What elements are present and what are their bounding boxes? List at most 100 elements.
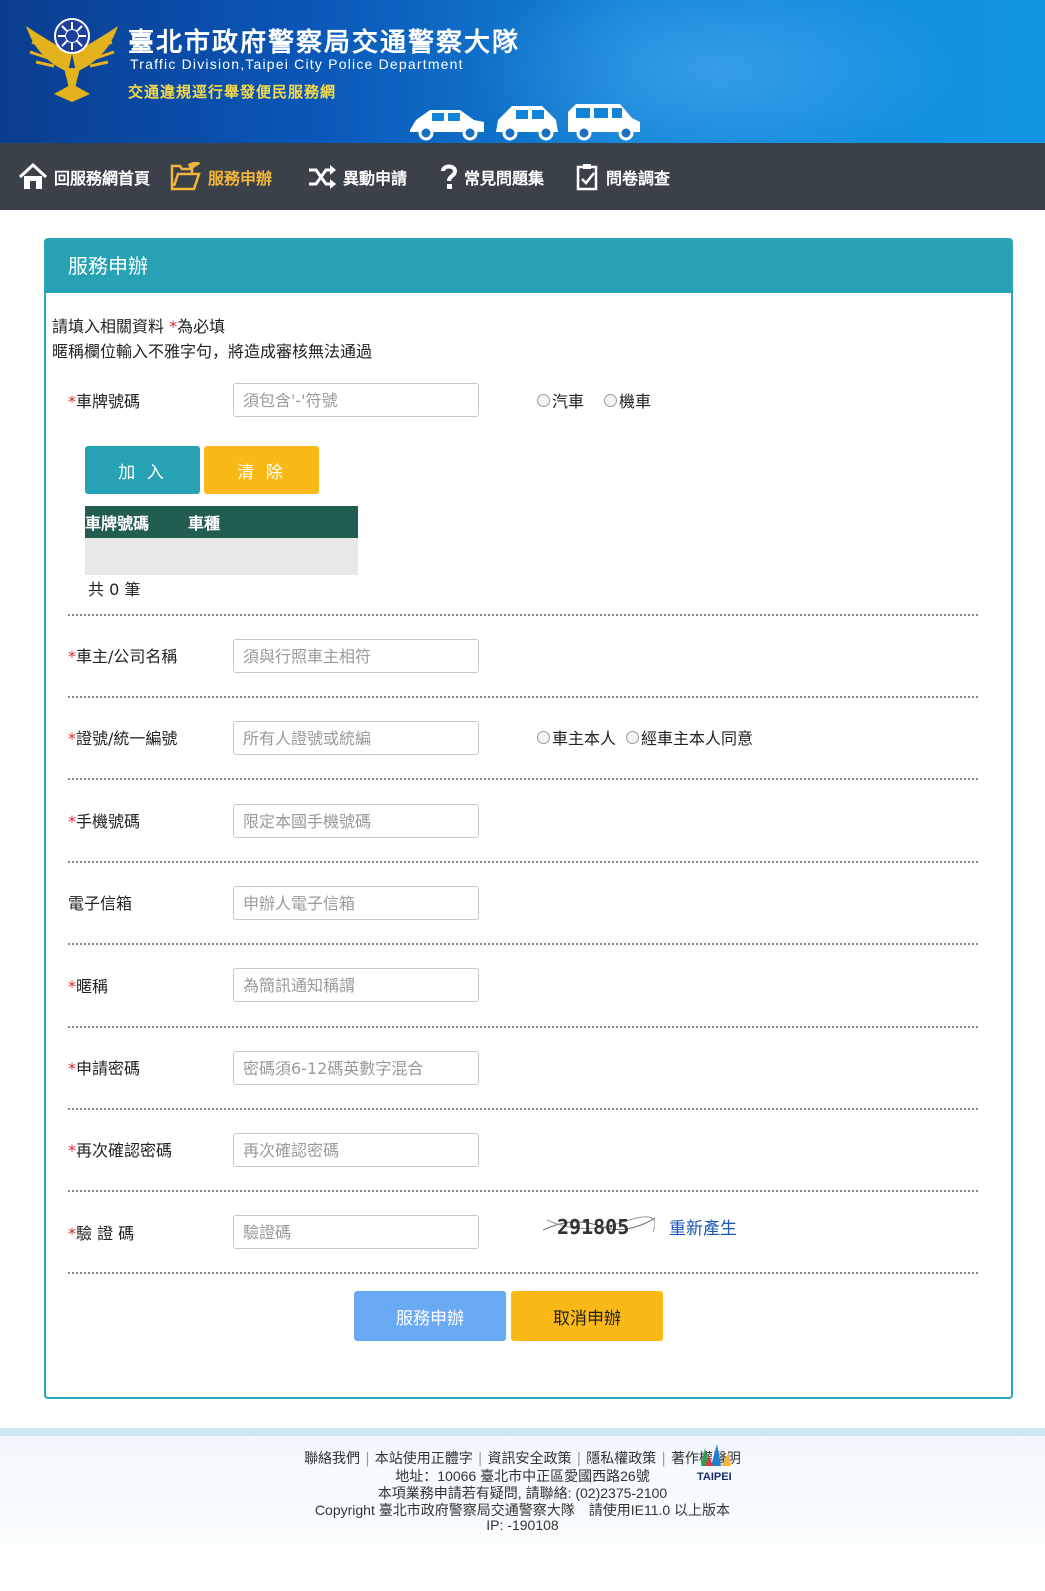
captcha-input[interactable]: [233, 1215, 479, 1249]
plate-label-text: 車牌號碼: [76, 392, 141, 411]
plate-table-body: [85, 538, 358, 575]
divider: [68, 1026, 978, 1028]
regenerate-captcha-link[interactable]: 重新產生: [669, 1214, 737, 1239]
plate-label: *車牌號碼: [68, 388, 140, 412]
nickname-label-text: 暱稱: [76, 977, 109, 996]
nickname-input[interactable]: [233, 968, 479, 1002]
nav-change-request-label: 異動申請: [343, 168, 408, 188]
header-banner: 臺北市政府警察局交通警察大隊 Traffic Division,Taipei C…: [0, 0, 1045, 143]
id-number-input[interactable]: [233, 721, 479, 755]
captcha-required-mark: *: [68, 1224, 76, 1243]
email-label: 電子信箱: [68, 894, 133, 913]
radio-owner-consent[interactable]: 經車主本人同意: [626, 725, 753, 749]
password-required-mark: *: [68, 1059, 76, 1078]
nav-faq-label: 常見問題集: [464, 168, 545, 188]
site-title-english: Traffic Division,Taipei City Police Depa…: [130, 56, 464, 72]
nickname-required-mark: *: [68, 977, 76, 996]
nav-service-apply-label: 服務申辦: [208, 168, 273, 188]
radio-owner-self-label: 車主本人: [552, 729, 617, 748]
plate-table-col-plate: 車牌號碼: [85, 514, 150, 533]
question-icon: [441, 164, 458, 189]
owner-label: *車主/公司名稱: [68, 643, 177, 667]
add-plate-button[interactable]: 加 入: [85, 446, 200, 494]
mobile-input[interactable]: [233, 804, 479, 838]
radio-car-label: 汽車: [552, 392, 585, 411]
clear-plate-button[interactable]: 清 除: [204, 446, 319, 494]
captcha-label-text: 驗 證 碼: [76, 1224, 135, 1243]
id-number-label-text: 證號/統一編號: [76, 729, 178, 748]
owner-name-input[interactable]: [233, 639, 479, 673]
radio-motorcycle-label: 機車: [619, 392, 652, 411]
radio-motorcycle-circle[interactable]: [604, 393, 618, 407]
folder-pen-icon: [170, 161, 201, 190]
nav-change-request[interactable]: 異動申請: [307, 143, 407, 210]
plate-count: 共 0 筆: [88, 580, 141, 599]
divider: [68, 1190, 978, 1192]
footer: 聯絡我們|本站使用正體字|資訊安全政策|隱私權政策|著作權聲明 TAIPEI 地…: [0, 1428, 1045, 1591]
submit-button[interactable]: 服務申辦: [354, 1291, 506, 1341]
clipboard-icon: [576, 163, 598, 190]
divider: [68, 696, 978, 698]
radio-owner-consent-circle[interactable]: [626, 730, 640, 744]
nav-home-label: 回服務網首頁: [54, 168, 151, 188]
email-input[interactable]: [233, 886, 479, 920]
nav-survey[interactable]: 問卷調查: [576, 143, 670, 210]
radio-owner-self-circle[interactable]: [537, 730, 550, 744]
plate-input[interactable]: [233, 383, 479, 417]
mobile-label-text: 手機號碼: [76, 812, 141, 831]
intro-text: 請填入相關資料 *為必填 暱稱欄位輸入不雅字句，將造成審核無法通過: [52, 314, 372, 364]
panel-title: 服務申辦: [46, 240, 1011, 293]
captcha-code-text: 291805: [557, 1215, 629, 1239]
owner-relation-radio-group: 車主本人 經車主本人同意: [537, 725, 753, 749]
footer-link-security[interactable]: 資訊安全政策: [488, 1451, 572, 1467]
vehicle-type-radio-group: 汽車 機車: [537, 388, 651, 412]
id-number-label: *證號/統一編號: [68, 725, 177, 749]
police-emblem-logo: [26, 18, 118, 102]
cars-illustration: [410, 104, 640, 141]
password-confirm-input[interactable]: [233, 1133, 479, 1167]
plate-required-mark: *: [68, 392, 76, 411]
password-confirm-required-mark: *: [68, 1141, 76, 1160]
footer-link-contact[interactable]: 聯絡我們: [304, 1451, 360, 1467]
service-apply-panel: 服務申辦 請填入相關資料 *為必填 暱稱欄位輸入不雅字句，將造成審核無法通過 *…: [44, 238, 1013, 1399]
nav-faq[interactable]: 常見問題集: [440, 143, 544, 210]
footer-link-privacy[interactable]: 隱私權政策: [586, 1451, 656, 1467]
plate-table: 車牌號碼 車種: [85, 506, 358, 575]
intro-line1-suffix: 為必填: [177, 317, 226, 336]
footer-ip: IP: -190108: [486, 1517, 559, 1533]
shuffle-icon: [309, 164, 336, 189]
site-subtitle: 交通違規逕行舉發便民服務網: [128, 83, 337, 101]
divider: [68, 614, 978, 616]
radio-owner-self[interactable]: 車主本人: [537, 725, 616, 749]
radio-motorcycle[interactable]: 機車: [604, 388, 651, 412]
plate-table-header: 車牌號碼 車種: [85, 506, 358, 538]
footer-link-charset[interactable]: 本站使用正體字: [375, 1451, 473, 1467]
site-title: 臺北市政府警察局交通警察大隊: [128, 28, 521, 58]
required-mark: *: [169, 317, 178, 336]
cancel-button[interactable]: 取消申辦: [511, 1291, 663, 1341]
nav-service-apply[interactable]: 服務申辦: [170, 143, 272, 210]
plate-table-col-type: 車種: [188, 514, 221, 533]
divider: [68, 861, 978, 863]
captcha-label: *驗 證 碼: [68, 1220, 134, 1244]
divider: [68, 1108, 978, 1110]
radio-car-circle[interactable]: [537, 393, 550, 407]
mobile-label: *手機號碼: [68, 808, 140, 832]
mobile-required-mark: *: [68, 812, 76, 831]
captcha-image: 291805: [543, 1215, 655, 1239]
divider: [68, 778, 978, 780]
radio-owner-consent-label: 經車主本人同意: [641, 729, 754, 748]
password-label: *申請密碼: [68, 1055, 140, 1079]
password-confirm-label: *再次確認密碼: [68, 1137, 172, 1161]
nav-home[interactable]: 回服務網首頁: [18, 143, 150, 210]
nav-survey-label: 問卷調查: [606, 168, 671, 188]
home-icon: [18, 162, 48, 189]
radio-car[interactable]: 汽車: [537, 388, 584, 412]
password-label-text: 申請密碼: [76, 1059, 141, 1078]
id-required-mark: *: [68, 729, 76, 748]
footer-links: 聯絡我們|本站使用正體字|資訊安全政策|隱私權政策|著作權聲明: [0, 1448, 1045, 1468]
divider: [68, 1272, 978, 1274]
main-nav: 回服務網首頁 服務申辦 異動申請 常見問題集 問卷調查: [0, 143, 1045, 210]
nickname-label: *暱稱: [68, 973, 108, 997]
password-input[interactable]: [233, 1051, 479, 1085]
